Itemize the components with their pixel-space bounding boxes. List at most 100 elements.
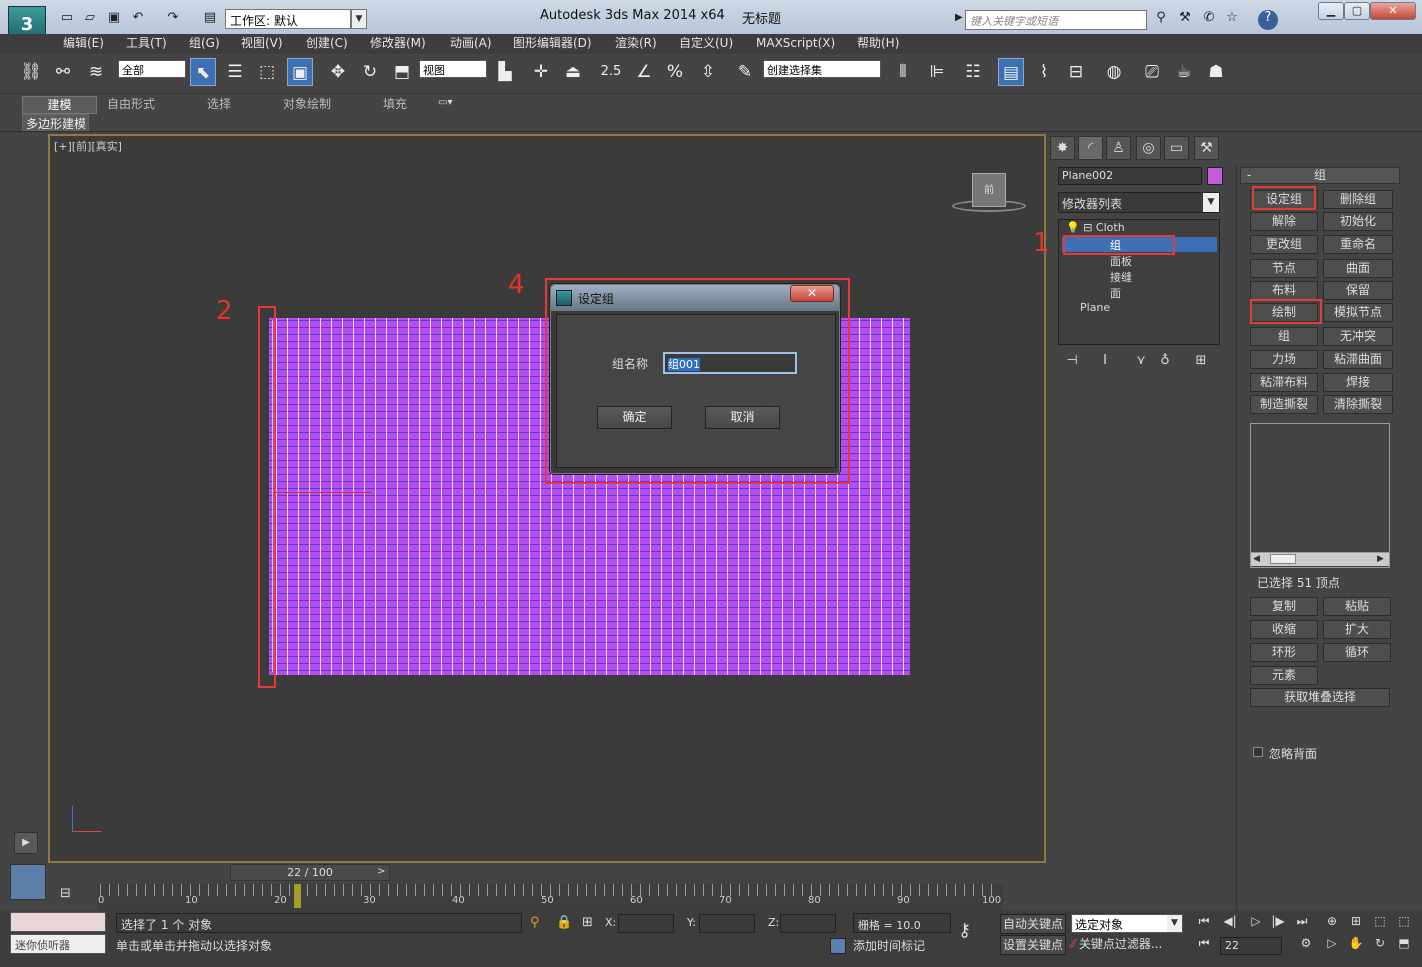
rollout-collapse-icon[interactable]: - [1247,168,1251,183]
time-next-icon[interactable]: > [377,866,385,877]
unlink-icon[interactable]: ⚯ [50,58,76,86]
copy-button[interactable]: 复制 [1250,597,1318,616]
align-icon[interactable]: ⊫ [924,58,950,86]
scene-explorer-icon[interactable]: ▤ [998,58,1024,86]
isolate-icon[interactable]: ⚲ [530,915,540,930]
layer-manager-icon[interactable]: ☷ [960,58,986,86]
surface-button[interactable]: 曲面 [1323,259,1393,278]
auto-key-button[interactable]: 自动关键点 [1000,914,1066,934]
cancel-button[interactable]: 取消 [705,406,780,429]
z-coordinate-field[interactable] [780,914,836,933]
menu-help[interactable]: 帮助(H) [857,34,899,54]
keyboard-shortcut-icon[interactable]: ⏏ [560,58,586,86]
menu-maxscript[interactable]: MAXScript(X) [756,34,835,54]
shrink-button[interactable]: 收缩 [1250,620,1318,639]
play-icon[interactable]: ▷ [1246,914,1266,932]
undo-icon[interactable]: ↶ [128,10,148,28]
motion-tab-icon[interactable]: ◎ [1136,136,1161,160]
paste-button[interactable]: 粘贴 [1323,597,1391,616]
get-stack-selection-button[interactable]: 获取堆叠选择 [1250,688,1390,707]
spinner-snap-icon[interactable]: ⇳ [695,58,721,86]
schematic-view-icon[interactable]: ⊟ [1063,58,1089,86]
scrollbar-thumb[interactable] [1270,554,1296,564]
scroll-left-icon[interactable]: ◀ [1253,554,1260,564]
time-config-icon[interactable]: ⚙ [1296,936,1316,954]
y-coordinate-field[interactable] [699,914,755,933]
select-object-icon[interactable]: ⬉ [190,58,216,86]
material-editor-icon[interactable]: ◍ [1101,58,1127,86]
rendered-frame-icon[interactable]: ☕ [1171,58,1197,86]
create-tab-icon[interactable]: ✸ [1050,136,1075,160]
next-frame-icon[interactable]: |▶ [1268,914,1288,932]
select-by-name-icon[interactable]: ☰ [222,58,248,86]
favorites-star-icon[interactable]: ☆ [1222,10,1242,28]
delete-group-button[interactable]: 删除组 [1323,190,1393,209]
ring-button[interactable]: 环形 [1250,643,1318,662]
display-tab-icon[interactable]: ▭ [1164,136,1189,160]
ribbon-options-icon[interactable]: ▭▾ [438,97,452,108]
make-unique-icon[interactable]: ⋎ [1132,353,1150,371]
scroll-right-icon[interactable]: ▶ [1377,554,1384,564]
project-folder-icon[interactable]: ▤ [200,10,220,28]
preserve-button[interactable]: 保留 [1323,281,1393,300]
sticky-surf-button[interactable]: 粘滞曲面 [1323,350,1393,369]
object-color-swatch[interactable] [1207,167,1223,185]
show-end-result-icon[interactable]: Ⅰ [1096,353,1114,371]
new-file-icon[interactable]: ▭ [57,10,77,28]
track-view-icon[interactable]: ⊟ [60,886,71,901]
viewport-layout-icon[interactable] [10,864,46,900]
change-group-button[interactable]: 更改组 [1250,235,1318,254]
selection-filter-select[interactable]: 全部 [118,60,186,78]
render-setup-icon[interactable]: ⎚ [1139,58,1165,86]
open-file-icon[interactable]: ▱ [80,10,100,28]
ribbon-tab-modeling[interactable]: 建模 [22,96,97,114]
maximize-viewport-icon[interactable]: ⬒ [1394,936,1414,954]
menu-rendering[interactable]: 渲染(R) [615,34,657,54]
menu-tools[interactable]: 工具(T) [126,34,167,54]
rollout-header[interactable]: -组 [1240,167,1400,184]
mirror-icon[interactable]: ⫴ [890,58,916,86]
menu-group[interactable]: 组(G) [189,34,220,54]
viewport-label[interactable]: [+][前][真实] [54,138,122,154]
zoom-extents-all-icon[interactable]: ⬚ [1394,914,1414,932]
ignore-backfacing-checkbox[interactable] [1253,747,1263,757]
zoom-icon[interactable]: ⊕ [1322,914,1342,932]
object-name-field[interactable]: Plane002 [1058,167,1202,185]
menu-edit[interactable]: 编辑(E) [63,34,104,54]
weld-button[interactable]: 焊接 [1323,373,1393,392]
window-crossing-icon[interactable]: ▣ [287,58,313,86]
sim-node-button[interactable]: 模拟节点 [1323,303,1393,322]
hierarchy-tab-icon[interactable]: ♙ [1106,136,1131,160]
select-manipulate-icon[interactable]: ✛ [528,58,554,86]
key-icon[interactable]: ⚷ [958,920,971,941]
link-icon[interactable]: ⛓ [18,58,44,86]
stack-subitem-panel[interactable]: 面板 [1110,253,1210,268]
chevron-down-icon[interactable]: ▼ [351,9,367,29]
stack-subitem-face[interactable]: 面 [1110,285,1210,300]
key-mode-icon[interactable]: ⏮ [1194,936,1214,954]
go-to-start-icon[interactable]: ⏮ [1194,914,1214,932]
dialog-close-button[interactable]: ✕ [790,285,834,302]
grow-button[interactable]: 扩大 [1323,620,1391,639]
minimize-button[interactable]: ▁ [1318,2,1344,20]
scale-icon[interactable]: ⬒ [389,58,415,86]
chevron-down-icon[interactable]: ▼ [1203,193,1219,212]
x-axis-gizmo[interactable] [272,492,372,493]
stack-item-plane[interactable]: Plane [1080,301,1200,316]
workspace-select[interactable]: 工作区: 默认 [225,9,351,29]
ribbon-tab-selection[interactable]: 选择 [196,96,242,114]
redo-icon[interactable]: ↷ [163,10,183,28]
group-list-box[interactable] [1250,423,1390,568]
group-button[interactable]: 组 [1250,327,1318,346]
menu-graph-editors[interactable]: 图形编辑器(D) [513,34,592,54]
current-frame-field[interactable]: 22 [1220,937,1282,955]
absolute-mode-icon[interactable]: ⊞ [582,915,593,930]
percent-snap-icon[interactable]: % [662,58,688,86]
save-file-icon[interactable]: ▣ [104,10,124,28]
subscription-icon[interactable]: ⚒ [1175,10,1195,28]
lightbulb-icon[interactable]: 💡 [1066,221,1080,234]
stack-item-cloth[interactable]: 💡 ⊟ Cloth [1066,221,1216,236]
angle-snap-icon[interactable]: ∠ [631,58,657,86]
ribbon-tab-populate[interactable]: 填充 [375,96,415,114]
maxscript-listener-pink[interactable] [10,912,106,932]
